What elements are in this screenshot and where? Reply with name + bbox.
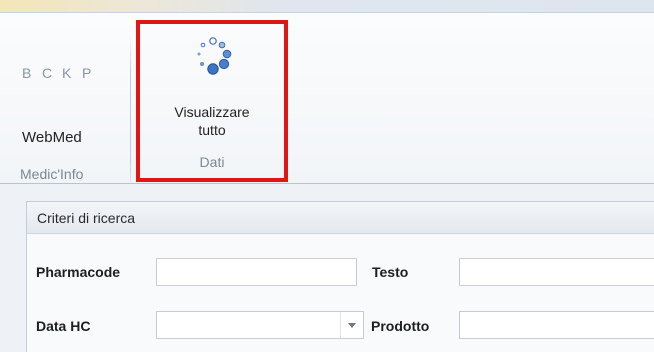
view-all-button-label-line2[interactable]: tutto bbox=[140, 120, 284, 140]
key-tip-k[interactable]: K bbox=[62, 65, 82, 81]
pharmacode-label: Pharmacode bbox=[36, 264, 121, 280]
group-separator bbox=[130, 35, 131, 193]
loading-spinner-icon bbox=[197, 37, 232, 75]
testo-label: Testo bbox=[372, 264, 409, 280]
pharmacode-input[interactable] bbox=[156, 258, 357, 286]
chevron-down-icon[interactable] bbox=[340, 312, 363, 338]
prodotto-label: Prodotto bbox=[371, 318, 430, 334]
window-title-strip bbox=[0, 0, 654, 13]
ribbon: BCKP WebMed Medic'Info bbox=[0, 13, 654, 193]
key-tips: BCKP bbox=[22, 65, 102, 81]
data-hc-combobox[interactable] bbox=[156, 311, 364, 339]
webmed-button[interactable]: WebMed bbox=[22, 129, 82, 146]
dati-group-highlight: Visualizzare tutto Dati bbox=[136, 20, 288, 182]
search-criteria-header: Criteri di ricerca bbox=[27, 202, 654, 234]
group-label-medicinfo: Medic'Info bbox=[20, 166, 84, 182]
prodotto-input[interactable] bbox=[459, 311, 654, 339]
group-label-dati: Dati bbox=[199, 154, 225, 170]
data-hc-label: Data HC bbox=[36, 318, 91, 334]
panel-title: Criteri di ricerca bbox=[37, 210, 136, 226]
key-tip-p[interactable]: P bbox=[82, 65, 102, 81]
key-tip-c[interactable]: C bbox=[42, 65, 62, 81]
key-tip-b[interactable]: B bbox=[22, 65, 42, 81]
search-criteria-panel: Criteri di ricerca Pharmacode Testo Data… bbox=[26, 201, 654, 352]
view-all-button-label-line1[interactable]: Visualizzare bbox=[140, 102, 284, 122]
testo-input[interactable] bbox=[459, 258, 654, 286]
